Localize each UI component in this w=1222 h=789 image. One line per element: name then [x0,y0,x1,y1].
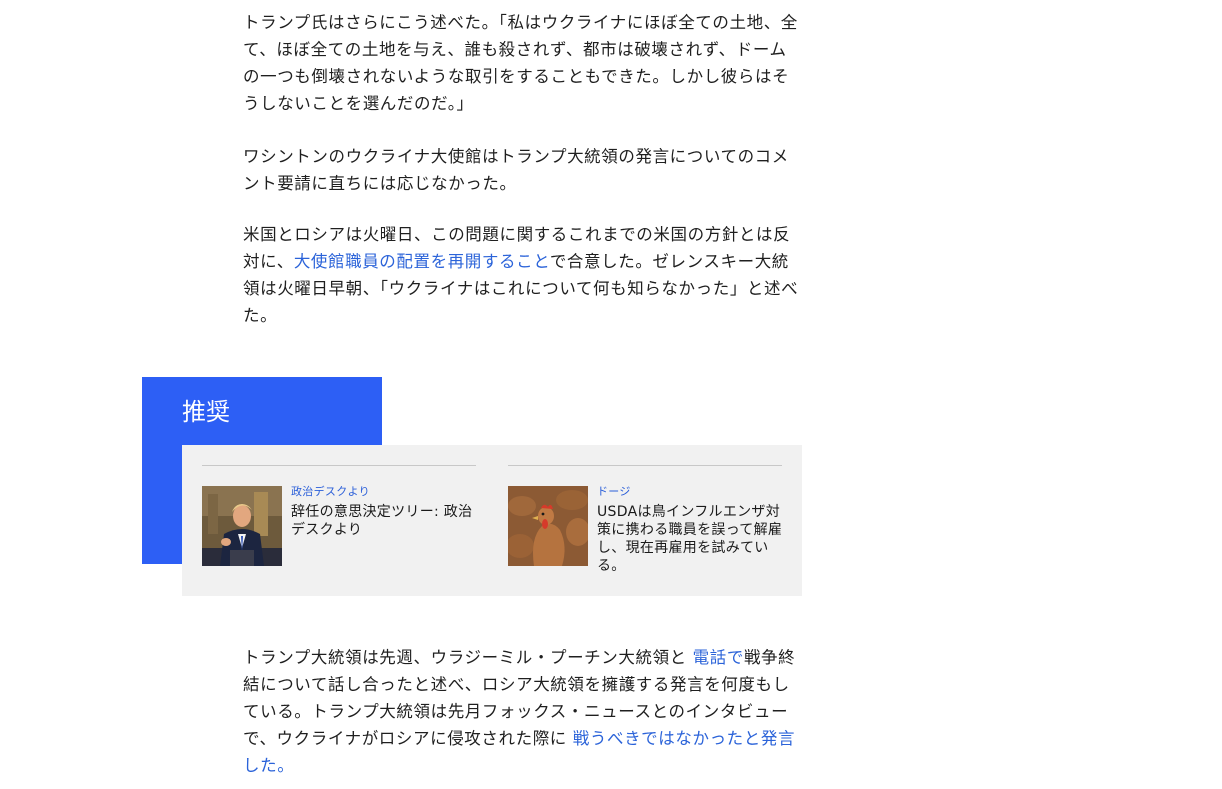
paragraph-text: トランプ大統領は先週、ウラジーミル・プーチン大統領と [243,648,693,667]
card-category-tag[interactable]: ドージ [597,484,783,500]
recommended-panel: 政治デスクより 辞任の意思決定ツリー: 政治デスクより ドージ USDAは鳥イン… [182,445,802,596]
politician-photo-icon[interactable] [202,486,282,566]
embassy-staff-link[interactable]: 大使館職員の配置を再開すること [294,252,550,271]
card-headline-link[interactable]: 辞任の意思決定ツリー: 政治デスクより [291,503,477,539]
card-headline-link[interactable]: USDAは鳥インフルエンザ対策に携わる職員を誤って解雇し、現在再雇用を試みている… [597,503,783,575]
recommended-card[interactable]: 政治デスクより 辞任の意思決定ツリー: 政治デスクより [202,465,476,566]
article-paragraph-4: トランプ大統領は先週、ウラジーミル・プーチン大統領と 電話で戦争終結について話し… [243,644,803,779]
article-paragraph-3: 米国とロシアは火曜日、この問題に関するこれまでの米国の方針とは反対に、大使館職員… [243,221,803,329]
article-paragraph-2: ワシントンのウクライナ大使館はトランプ大統領の発言についてのコメント要請に直ちに… [243,147,789,193]
card-category-tag[interactable]: 政治デスクより [291,484,477,500]
chicken-photo-icon[interactable] [508,486,588,566]
phone-call-link[interactable]: 電話で [693,648,744,667]
article-paragraph-1: トランプ氏はさらにこう述べた。「私はウクライナにほぼ全ての土地、全て、ほぼ全ての… [243,13,798,113]
recommended-card[interactable]: ドージ USDAは鳥インフルエンザ対策に携わる職員を誤って解雇し、現在再雇用を試… [508,465,782,574]
recommended-title: 推奨 [182,398,230,426]
